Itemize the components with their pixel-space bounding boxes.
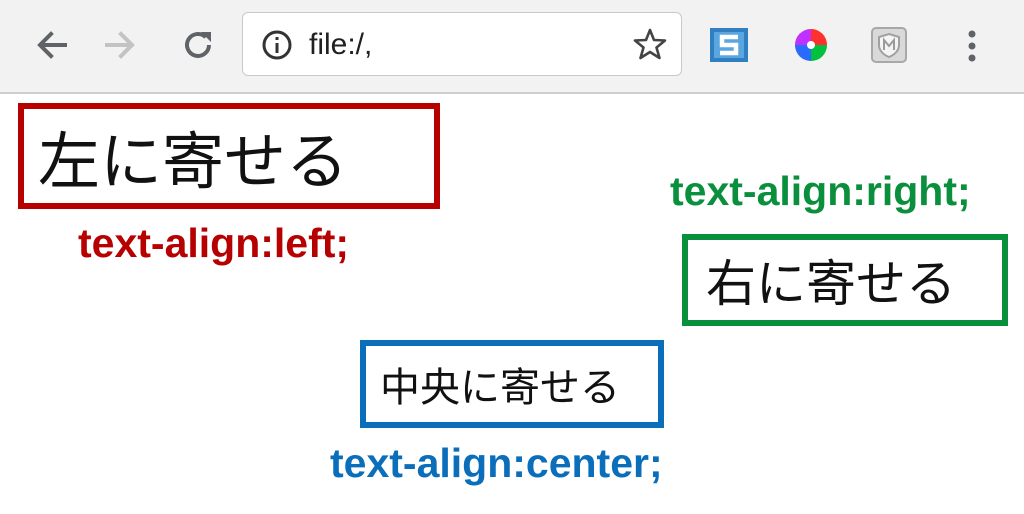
star-icon[interactable] [633, 27, 667, 61]
color-wheel-icon[interactable] [790, 24, 832, 66]
reload-icon [185, 31, 211, 58]
arrow-left-icon [37, 31, 67, 59]
text-align-right-caption: text-align:right; [670, 168, 971, 214]
text-align-center-caption: text-align:center; [330, 440, 663, 486]
arrow-right-icon [105, 31, 135, 59]
kebab-menu-icon[interactable] [960, 26, 984, 66]
center-aligned-box: 中央に寄せる [360, 340, 664, 428]
browser-toolbar: file:/, [0, 0, 1024, 94]
forward-button[interactable] [100, 22, 140, 68]
left-aligned-box: 左に寄せる [18, 103, 440, 209]
info-icon[interactable] [261, 29, 293, 61]
right-aligned-text: 右に寄せる [706, 255, 956, 313]
left-aligned-text: 左に寄せる [38, 125, 349, 198]
shield-extension-icon[interactable] [868, 24, 910, 66]
reload-button[interactable] [178, 22, 218, 68]
back-button[interactable] [32, 22, 72, 68]
s-extension-icon[interactable] [708, 24, 750, 66]
address-bar[interactable]: file:/, [242, 12, 682, 76]
right-aligned-box: 右に寄せる [682, 234, 1008, 326]
text-align-left-caption: text-align:left; [78, 220, 350, 266]
url-text[interactable]: file:/, [309, 25, 372, 65]
center-aligned-text: 中央に寄せる [380, 365, 620, 411]
